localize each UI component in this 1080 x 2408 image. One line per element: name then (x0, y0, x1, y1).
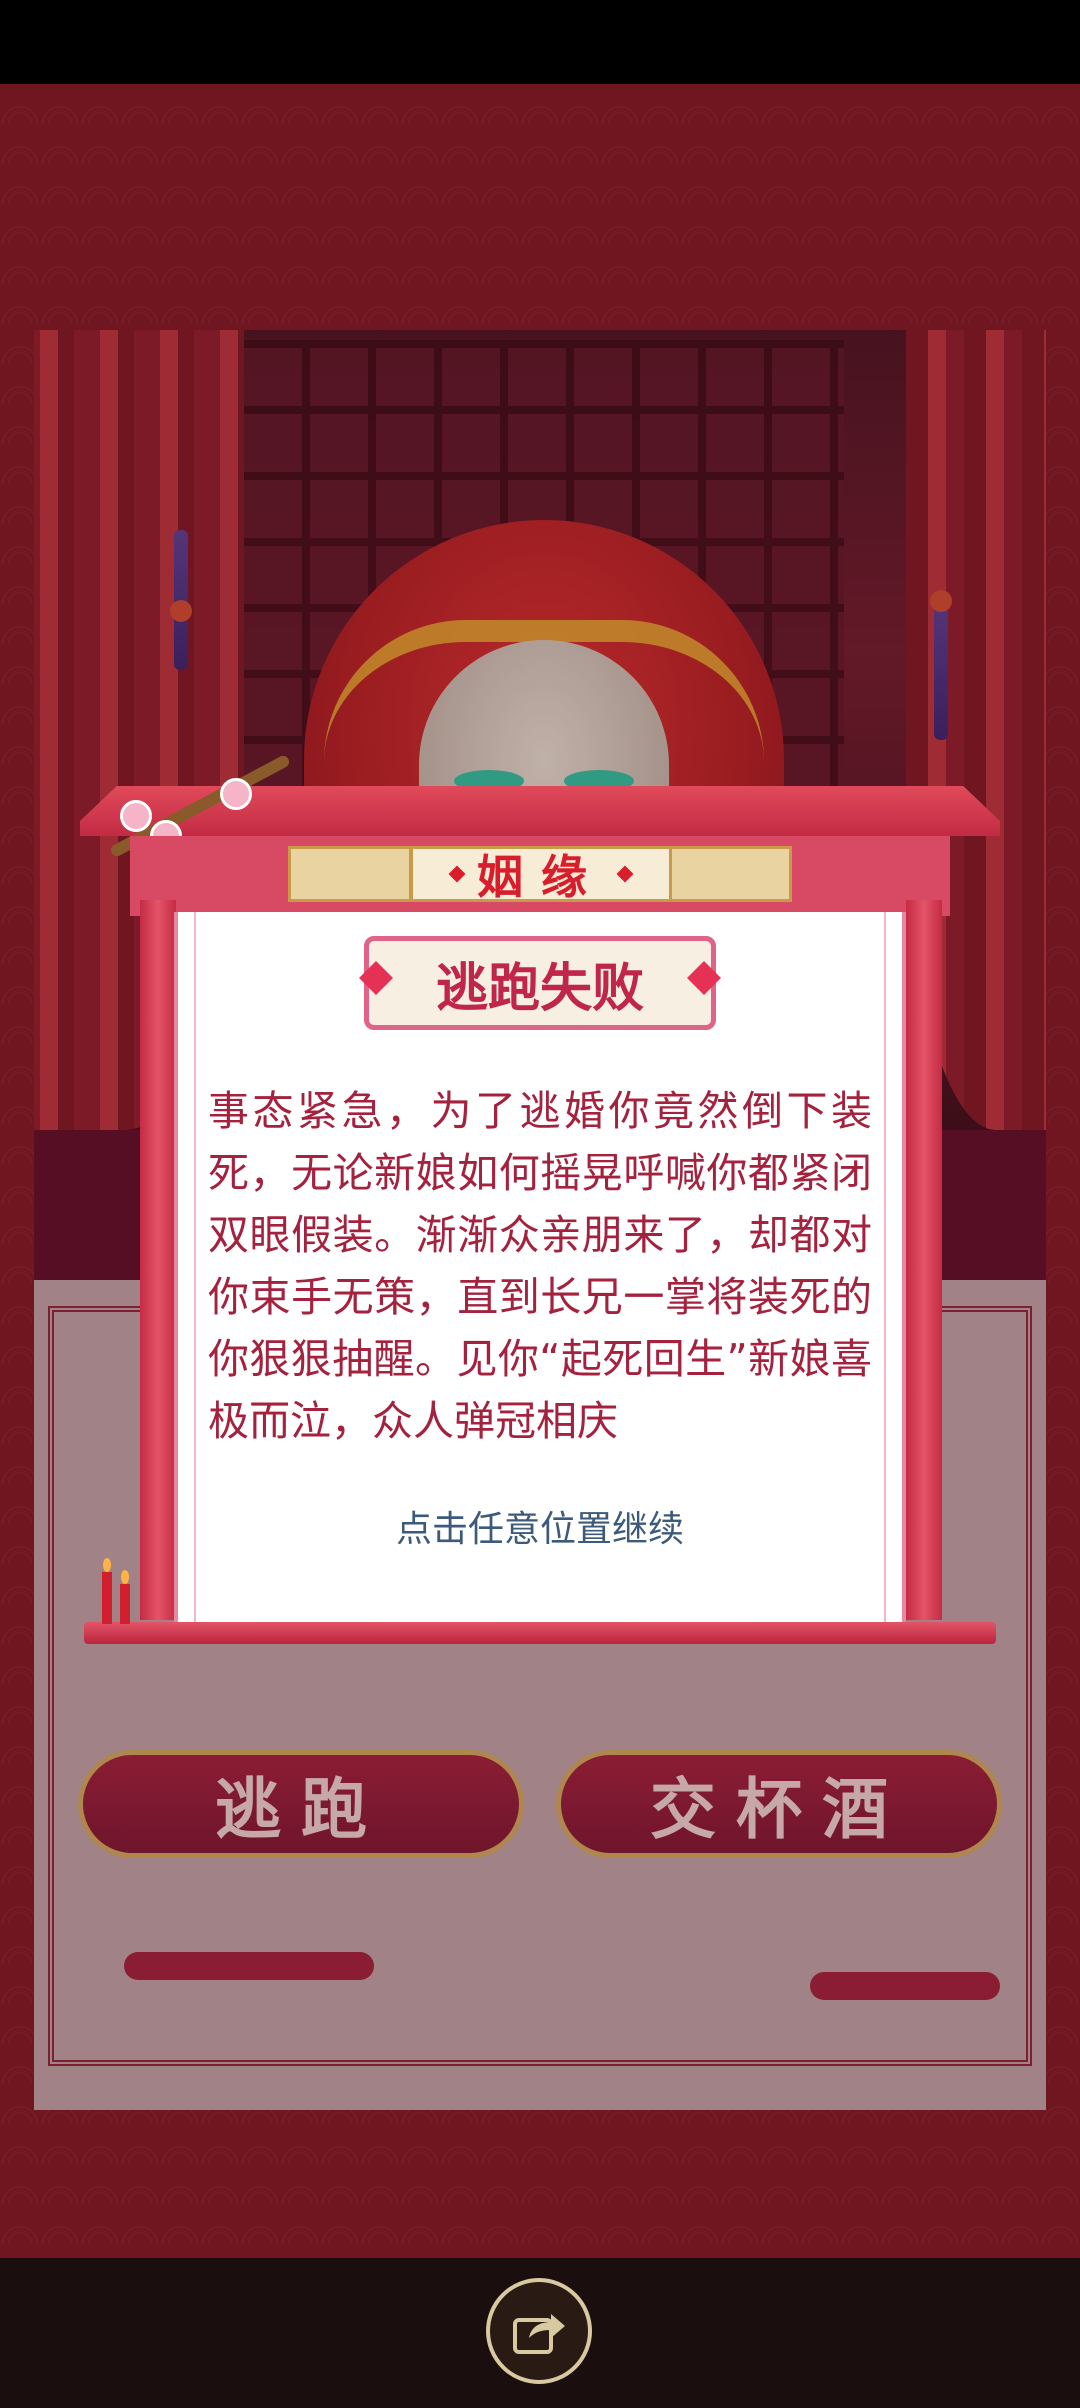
result-title: 逃跑失败 (364, 936, 716, 1030)
candle-icon (102, 1572, 112, 1624)
share-button[interactable] (486, 2278, 592, 2384)
dialog-pillar-right (906, 900, 942, 1620)
candle-icon (120, 1584, 130, 1624)
share-icon (513, 2314, 565, 2354)
banner-ornament-left (288, 846, 412, 902)
diamond-icon (616, 865, 634, 883)
plum-blossom-icon (220, 778, 252, 810)
banner-title: 姻缘 (410, 846, 672, 904)
result-title-text: 逃跑失败 (435, 958, 644, 1019)
dialog-base (84, 1622, 996, 1644)
flame-icon (121, 1570, 129, 1584)
diamond-icon (448, 865, 466, 883)
banner-ornament-right (668, 846, 792, 902)
flame-icon (103, 1558, 111, 1572)
banner-title-text: 姻缘 (477, 850, 605, 904)
continue-hint[interactable]: 点击任意位置继续 (174, 1500, 906, 1552)
status-bar (0, 0, 1080, 84)
dialog-pillar-left (140, 900, 176, 1620)
story-text: 事态紧急，为了逃婚你竟然倒下装死，无论新娘如何摇晃呼喊你都紧闭双眼假装。渐渐众亲… (208, 1087, 872, 1445)
plum-blossom-icon (120, 800, 152, 832)
